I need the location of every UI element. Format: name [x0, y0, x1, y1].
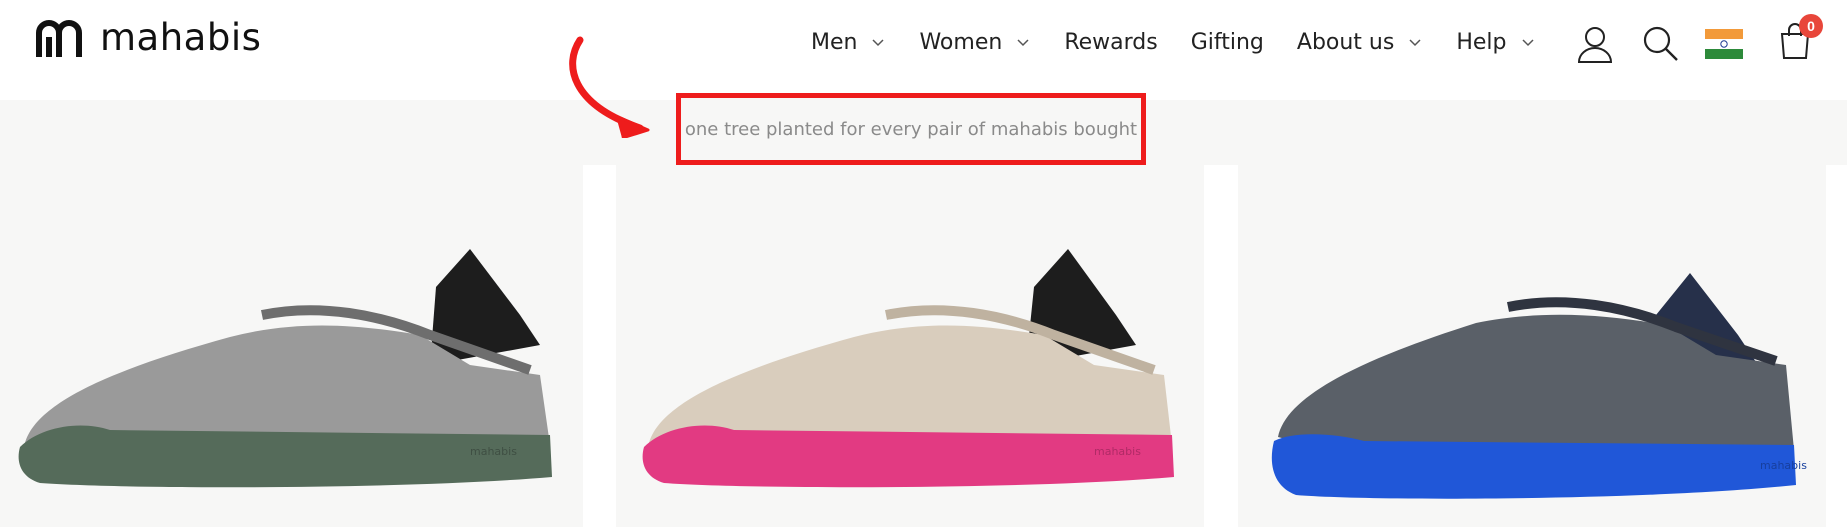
nav-item-women[interactable]: Women — [919, 30, 1030, 55]
nav-item-label: Gifting — [1190, 29, 1264, 55]
annotation-highlight-box: one tree planted for every pair of mahab… — [676, 93, 1146, 165]
announcement-text[interactable]: one tree planted for every pair of mahab… — [685, 119, 1137, 140]
search-icon[interactable] — [1641, 24, 1681, 64]
header-icons: 0 — [1575, 14, 1823, 65]
nav-item-label: About us — [1296, 29, 1395, 55]
beige-slipper-pink-sole-image: mahabis — [642, 249, 1174, 488]
chevron-down-icon — [1017, 39, 1029, 47]
product-grid: mahabis mahabis mahabis — [0, 165, 1847, 527]
nav-item-label: Women — [919, 29, 1003, 55]
cart-count-badge: 0 — [1799, 14, 1823, 38]
nav-item-rewards[interactable]: Rewards — [1064, 30, 1157, 55]
brand-logo[interactable]: mahabis — [34, 16, 261, 59]
chevron-down-icon — [872, 39, 884, 47]
chevron-down-icon — [1521, 39, 1534, 47]
india-flag-icon[interactable] — [1705, 28, 1743, 59]
site-header: mahabis Men Women Rewards Gifting About … — [0, 0, 1847, 100]
product-card[interactable]: mahabis — [0, 165, 583, 527]
nav-item-gifting[interactable]: Gifting — [1191, 30, 1264, 55]
mahabis-logo-icon — [36, 19, 82, 57]
product-card[interactable]: mahabis — [1238, 165, 1826, 527]
main-navigation: Men Women Rewards Gifting About us Help — [811, 22, 1535, 62]
sole-print: mahabis — [470, 445, 517, 458]
nav-item-label: Rewards — [1064, 29, 1158, 55]
user-icon[interactable] — [1575, 24, 1615, 64]
nav-item-about-us[interactable]: About us — [1297, 30, 1422, 55]
sole-print: mahabis — [1094, 445, 1141, 458]
annotation-arrow-icon — [569, 36, 650, 138]
nav-item-label: Help — [1456, 29, 1507, 55]
product-card[interactable]: mahabis — [616, 165, 1204, 527]
chevron-down-icon — [1409, 39, 1421, 47]
grey-slipper-green-sole-image: mahabis — [18, 249, 552, 488]
dark-grey-slipper-blue-sole-image: mahabis — [1271, 273, 1807, 499]
nav-item-men[interactable]: Men — [811, 30, 885, 55]
sole-print: mahabis — [1760, 459, 1807, 472]
nav-item-label: Men — [811, 29, 858, 55]
nav-item-help[interactable]: Help — [1456, 30, 1534, 55]
cart-button[interactable]: 0 — [1779, 14, 1823, 65]
brand-name: mahabis — [100, 16, 262, 59]
